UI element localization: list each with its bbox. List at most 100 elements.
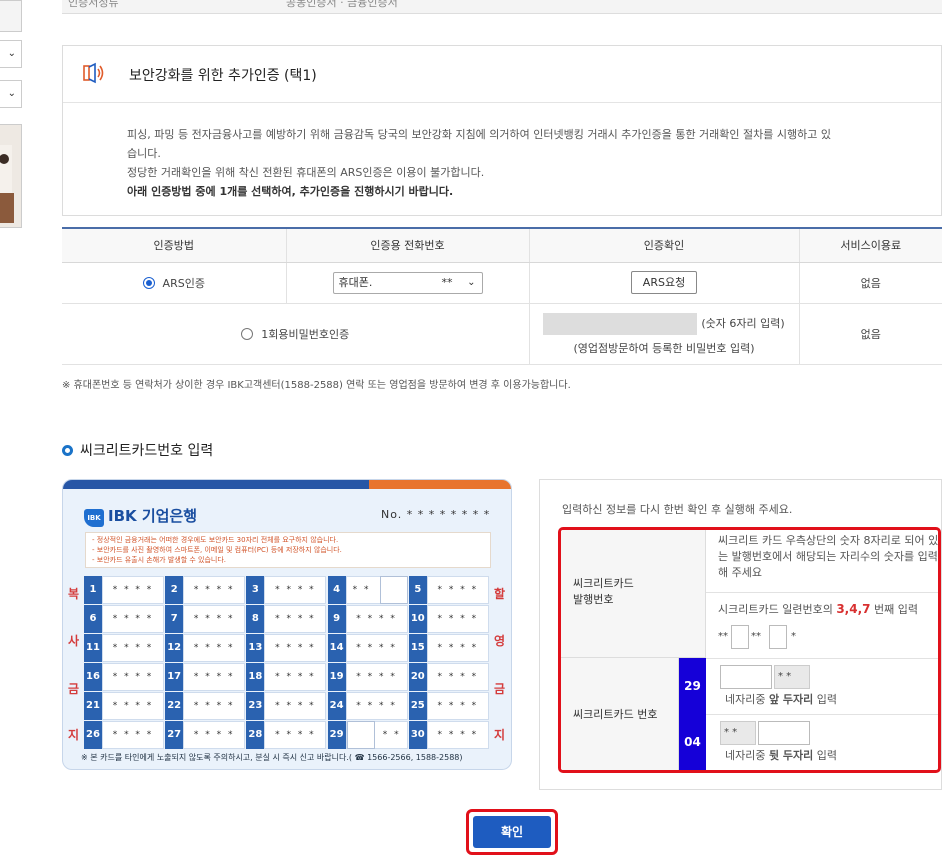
otp-password-note: (영업점방문하여 등록한 비밀번호 입력) bbox=[573, 341, 755, 355]
left-sidebar-fragment: ⌄ ⌄ bbox=[0, 0, 22, 230]
ars-request-cell: ARS요청 bbox=[529, 262, 800, 304]
issue-position-text: 시크리트카드 일련번호의 3,4,7 번째 입력 bbox=[718, 602, 918, 616]
issue-mask-1: ** bbox=[718, 631, 728, 642]
card-cell-number: 24 bbox=[327, 692, 346, 720]
otp-radio[interactable] bbox=[241, 327, 254, 340]
card-cell: 30 * * * * bbox=[408, 721, 510, 749]
secret-card-section-title: 씨크리트카드번호 입력 bbox=[62, 440, 213, 460]
card-cell-value: * * * * bbox=[426, 721, 489, 749]
card-cell-value: * * * * bbox=[426, 605, 489, 633]
issue-mask-3: * bbox=[791, 631, 796, 642]
card-cell-value: * * * * bbox=[183, 634, 246, 662]
issue-number-label-2: 발행번호 bbox=[573, 593, 614, 606]
card-cell: 20 * * * * bbox=[408, 663, 510, 691]
card-warning-line: - 정상적인 금융거래는 어떠한 경우에도 보안카드 30자리 전체를 요구하지… bbox=[92, 536, 339, 544]
card-position-04: 04 bbox=[679, 714, 706, 770]
card-cell-number: 9 bbox=[327, 605, 346, 633]
card-cell-number: 21 bbox=[84, 692, 102, 720]
card-cell-number: 19 bbox=[327, 663, 346, 691]
card-cell-number: 3 bbox=[246, 576, 265, 604]
left-select-2[interactable]: ⌄ bbox=[0, 80, 22, 108]
notice-line-bold: 아래 인증방법 중에 1개를 선택하여, 추가인증을 진행하시기 바랍니다. bbox=[127, 185, 454, 198]
card-29-mask: * * bbox=[774, 665, 810, 689]
ars-radio-option[interactable]: ARS인증 bbox=[62, 262, 287, 304]
card-cell-value: * * * * bbox=[102, 605, 164, 633]
secret-card-image: IBK IBK 기업은행 No. * * * * * * * * - 정상적인 금… bbox=[62, 479, 512, 770]
card-number-label: 씨크리트카드 번호 bbox=[573, 708, 658, 721]
phone-select[interactable]: 휴대폰. ** ⌄ bbox=[332, 271, 483, 294]
card-cell-number: 6 bbox=[84, 605, 102, 633]
card-cell-value: * * * * bbox=[345, 605, 408, 633]
card-cell-value: * * * * bbox=[426, 663, 489, 691]
card-warning-box: - 정상적인 금융거래는 어떠한 경우에도 보안카드 30자리 전체를 요구하지… bbox=[85, 532, 491, 568]
card-position-29: 29 bbox=[679, 658, 706, 714]
speaker-alert-icon bbox=[83, 62, 104, 84]
col-header-fee: 서비스이용료 bbox=[799, 228, 942, 263]
otp-password-input[interactable] bbox=[543, 312, 698, 335]
card-cell-number: 13 bbox=[246, 634, 265, 662]
table-header-row: 인증방법 인증용 전화번호 인증확인 서비스이용료 bbox=[62, 228, 942, 263]
issue-number-description: 씨크리트 카드 우측상단의 숫자 8자리로 되어 있는 발행번호에서 해당되는 … bbox=[718, 534, 939, 579]
ars-request-button[interactable]: ARS요청 bbox=[631, 271, 697, 294]
auth-method-table: 인증방법 인증용 전화번호 인증확인 서비스이용료 ARS인증 휴대폰. ** … bbox=[62, 227, 942, 365]
card-cell-value: * * * * bbox=[345, 634, 408, 662]
card-cell-revealed-slot bbox=[379, 576, 408, 604]
issue-digit-7-input[interactable] bbox=[769, 625, 787, 649]
notice-line: 습니다. bbox=[127, 147, 161, 160]
card-cell-value: * * * * bbox=[426, 692, 489, 720]
card-04-desc: 네자리중 뒷 두자리 입력 bbox=[725, 749, 838, 762]
card-cell-value: * * * * bbox=[264, 634, 327, 662]
cert-type-label: 인증서정류 bbox=[68, 0, 119, 9]
card-cell-value: * * * * bbox=[183, 605, 246, 633]
cert-type-row: 인증서정류 공동인증서 · 금융인증서 bbox=[62, 0, 942, 14]
divider bbox=[706, 592, 938, 593]
card-cell-number: 17 bbox=[165, 663, 184, 691]
chevron-down-icon: ⌄ bbox=[7, 48, 16, 59]
card-cell-number: 11 bbox=[84, 634, 102, 662]
highlighted-input-area: 씨크리트카드 발행번호 씨크리트 카드 우측상단의 숫자 8자리로 되어 있는 … bbox=[558, 527, 941, 773]
card-cell-number: 30 bbox=[408, 721, 427, 749]
card-cell-number: 10 bbox=[408, 605, 427, 633]
card-top-stripe bbox=[63, 480, 511, 489]
issue-digit-3-input[interactable] bbox=[731, 625, 749, 649]
table-row-ars: ARS인증 휴대폰. ** ⌄ ARS요청 없음 bbox=[62, 262, 942, 304]
confirm-button[interactable]: 확인 bbox=[473, 816, 551, 848]
card-side-left-1: 복 bbox=[68, 587, 80, 601]
confirm-hint: 입력하신 정보를 다시 한번 확인 후 실행해 주세요. bbox=[562, 503, 793, 516]
ars-radio[interactable] bbox=[142, 276, 155, 289]
card-cell-value: * * * * bbox=[183, 663, 246, 691]
card-cell-value: * * * * bbox=[426, 576, 489, 604]
card-side-left-2: 사 bbox=[68, 634, 80, 648]
card-cell-number: 22 bbox=[165, 692, 184, 720]
card-cell-number: 28 bbox=[246, 721, 265, 749]
notice-header: 보안강화를 위한 추가인증 (택1) bbox=[63, 46, 941, 103]
additional-auth-notice: 보안강화를 위한 추가인증 (택1) 피싱, 파밍 등 전자금융사고를 예방하기… bbox=[62, 45, 942, 216]
divider bbox=[706, 714, 938, 715]
col-header-method: 인증방법 bbox=[62, 228, 287, 263]
card-cell-value: * * * * bbox=[183, 692, 246, 720]
card-04-back-input[interactable] bbox=[758, 721, 810, 745]
card-cell-number: 12 bbox=[165, 634, 184, 662]
card-cell-number: 18 bbox=[246, 663, 265, 691]
card-cell: 25 * * * * bbox=[408, 692, 510, 720]
card-cell-number: 5 bbox=[408, 576, 427, 604]
card-cell-number: 2 bbox=[165, 576, 184, 604]
otp-password-cell: (숫자 6자리 입력) (영업점방문하여 등록한 비밀번호 입력) bbox=[529, 303, 800, 365]
card-cell-number: 4 bbox=[327, 576, 346, 604]
card-cell: 5 * * * * bbox=[408, 576, 510, 604]
otp-radio-option[interactable]: 1회용비밀번호인증 bbox=[62, 303, 530, 365]
chevron-down-icon: ⌄ bbox=[467, 276, 476, 288]
card-cell-number: 15 bbox=[408, 634, 427, 662]
left-tab-fragment bbox=[0, 0, 22, 32]
card-cell-number: 29 bbox=[327, 721, 346, 749]
card-cell-number: 27 bbox=[165, 721, 184, 749]
card-cell-number: 16 bbox=[84, 663, 102, 691]
left-select-1[interactable]: ⌄ bbox=[0, 40, 22, 68]
secret-card-input-panel: 입력하신 정보를 다시 한번 확인 후 실행해 주세요. 씨크리트카드 발행번호… bbox=[539, 479, 942, 790]
issue-number-label: 씨크리트카드 bbox=[573, 577, 634, 590]
card-29-front-input[interactable] bbox=[720, 665, 772, 689]
card-04-mask: * * bbox=[720, 721, 756, 745]
notice-line: 피싱, 파밍 등 전자금융사고를 예방하기 위해 금융감독 당국의 보안강화 지… bbox=[127, 128, 831, 141]
card-cell-number: 8 bbox=[246, 605, 265, 633]
card-29-desc: 네자리중 앞 두자리 입력 bbox=[725, 693, 838, 706]
